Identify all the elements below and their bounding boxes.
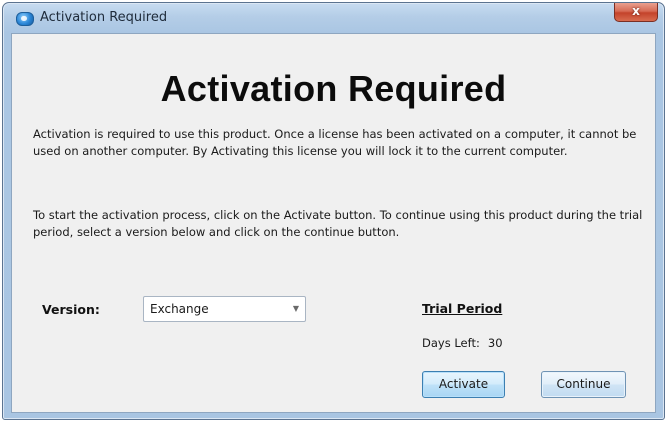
version-label: Version: [42,302,100,317]
activate-button[interactable]: Activate [422,371,505,398]
activation-description: Activation is required to use this produ… [33,127,637,158]
dialog-body: Activation Required Activation is requir… [11,33,656,413]
chevron-down-icon: ▼ [292,304,299,313]
dialog-window: Activation Required x Activation Require… [2,2,665,420]
days-left-value: 30 [487,336,503,350]
close-button[interactable]: x [614,3,658,22]
version-select[interactable]: Exchange ▼ [143,296,306,322]
days-left-label: Days Left: [422,336,480,350]
title-bar[interactable]: Activation Required x [3,3,664,33]
days-left: Days Left: 30 [422,336,503,350]
trial-period-heading: Trial Period [422,301,503,316]
version-select-value: Exchange [150,302,209,316]
page-title: Activation Required [160,68,507,109]
continue-button[interactable]: Continue [541,371,626,398]
app-icon [16,12,34,26]
window-title: Activation Required [40,10,168,25]
trial-instructions: To start the activation process, click o… [33,208,643,239]
